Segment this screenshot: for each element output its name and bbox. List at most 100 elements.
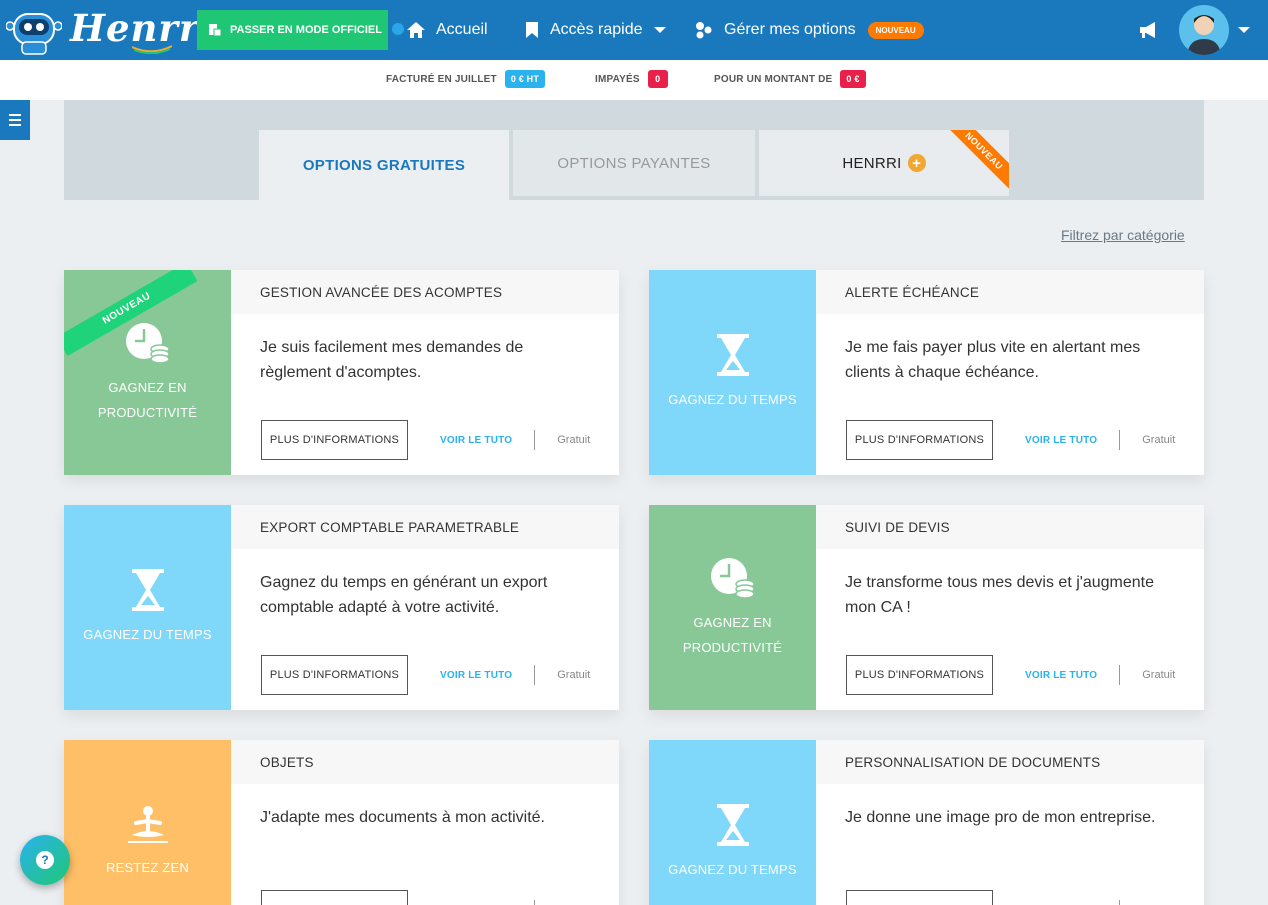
unpaid-value-badge: 0 [647,70,668,88]
hourglass-icon [716,334,749,376]
card-description: J'adapte mes documents à mon activité. [260,809,545,826]
info-icon[interactable] [392,23,404,35]
card-category-label: GAGNEZ DU TEMPS [83,627,212,642]
card-title: ALERTE ÉCHÉANCE [816,270,1204,314]
card-title: PERSONNALISATION DE DOCUMENTS [816,740,1204,784]
filter-by-category-link[interactable]: Filtrez par catégorie [1061,227,1185,243]
clock-coins-icon [125,322,170,364]
more-info-button[interactable]: PLUS D'INFORMATIONS [846,655,993,695]
invoiced-value-badge: 0 € HT [504,70,546,88]
tab-paid-options[interactable]: OPTIONS PAYANTES [513,130,755,196]
price-label: Gratuit [1142,434,1176,446]
price-label: Gratuit [557,669,591,681]
chevron-down-icon [653,27,666,33]
card-category-label: GAGNEZ DU TEMPS [668,392,797,407]
card-actions: PLUS D'INFORMATIONS VOIR LE TUTO Gratuit [846,420,1186,460]
user-silhouette-icon [1187,15,1221,55]
more-info-button[interactable]: PLUS D'INFORMATIONS [846,890,993,905]
view-tutorial-link[interactable]: VOIR LE TUTO [1025,435,1097,446]
clock-coins-icon [710,557,755,599]
sidebar-toggle-button[interactable] [0,100,30,140]
option-card: GAGNEZ EN PRODUCTIVITÉ NOUVEAU GESTION A… [64,270,619,475]
bookmark-icon [526,22,538,38]
invoiced-stat: FACTURÉ EN JUILLET 0 € HT [386,70,546,88]
more-info-button[interactable]: PLUS D'INFORMATIONS [261,655,408,695]
card-actions: PLUS D'INFORMATIONS VOIR LE TUTO Gratuit [846,655,1186,695]
divider [1119,900,1121,905]
tab-henrri-plus[interactable]: HENRRI + NOUVEAU [759,130,1009,196]
home-icon [407,22,425,38]
view-tutorial-link[interactable]: VOIR LE TUTO [440,435,512,446]
more-info-button[interactable]: PLUS D'INFORMATIONS [261,890,408,905]
divider [534,430,536,450]
card-title: SUIVI DE DEVIS [816,505,1204,549]
billing-summary-bar: FACTURÉ EN JUILLET 0 € HT IMPAYÉS 0 POUR… [0,60,1268,100]
chevron-down-icon[interactable] [1237,26,1251,34]
card-category-panel: RESTEZ ZEN [64,740,231,905]
switch-official-mode-button[interactable]: PASSER EN MODE OFFICIEL [197,10,388,50]
amount-value-badge: 0 € [840,70,866,88]
card-actions: PLUS D'INFORMATIONS VOIR LE TUTO Gratuit [846,890,1186,905]
unpaid-stat: IMPAYÉS 0 [595,70,668,88]
card-category-label: GAGNEZ EN PRODUCTIVITÉ [682,614,783,655]
robot-mascot-logo-icon[interactable] [6,4,62,56]
brand-swoosh-icon [132,45,172,54]
nav-home[interactable]: Accueil [406,0,488,60]
card-description: Je transforme tous mes devis et j'augmen… [845,574,1154,616]
card-actions: PLUS D'INFORMATIONS VOIR LE TUTO Gratuit [261,890,601,905]
card-title: EXPORT COMPTABLE PARAMETRABLE [231,505,619,549]
hamburger-icon [9,114,21,116]
view-tutorial-link[interactable]: VOIR LE TUTO [1025,670,1097,681]
card-description: Gagnez du temps en générant un export co… [260,574,548,616]
hourglass-icon [131,569,164,611]
plus-icon: + [907,154,926,172]
nav-quick-access[interactable]: Accès rapide [524,0,667,60]
more-info-button[interactable]: PLUS D'INFORMATIONS [846,420,993,460]
help-button[interactable]: ? [20,835,70,885]
amount-label: POUR UN MONTANT DE [714,73,833,85]
divider [534,900,536,905]
option-card: GAGNEZ DU TEMPS EXPORT COMPTABLE PARAMET… [64,505,619,710]
amount-stat: POUR UN MONTANT DE 0 € [714,70,866,88]
nav-quick-access-label: Accès rapide [550,21,643,38]
new-ribbon: NOUVEAU [945,130,1009,190]
megaphone-icon[interactable] [1138,20,1160,40]
card-category-label: RESTEZ ZEN [106,860,189,875]
option-card: GAGNEZ EN PRODUCTIVITÉ SUIVI DE DEVIS Je… [649,505,1204,710]
document-switch-icon [209,24,222,37]
option-card: GAGNEZ DU TEMPS PERSONNALISATION DE DOCU… [649,740,1204,905]
card-actions: PLUS D'INFORMATIONS VOIR LE TUTO Gratuit [261,655,601,695]
options-tabs: OPTIONS GRATUITES OPTIONS PAYANTES HENRR… [64,100,1204,200]
top-navigation-bar: Henrri PASSER EN MODE OFFICIEL Accueil A… [0,0,1268,60]
view-tutorial-link[interactable]: VOIR LE TUTO [440,670,512,681]
divider [1119,665,1121,685]
card-actions: PLUS D'INFORMATIONS VOIR LE TUTO Gratuit [261,420,601,460]
invoiced-label: FACTURÉ EN JUILLET [386,73,497,85]
card-description: Je donne une image pro de mon entreprise… [845,809,1156,826]
card-category-label: GAGNEZ DU TEMPS [668,862,797,877]
nav-manage-options[interactable]: Gérer mes options NOUVEAU [694,0,924,60]
price-label: Gratuit [557,434,591,446]
card-category-panel: GAGNEZ EN PRODUCTIVITÉ [649,505,816,710]
option-card: GAGNEZ DU TEMPS ALERTE ÉCHÉANCE Je me fa… [649,270,1204,475]
unpaid-label: IMPAYÉS [595,73,640,85]
options-bubbles-icon [696,22,712,39]
card-category-label: GAGNEZ EN PRODUCTIVITÉ [97,379,198,420]
option-card: RESTEZ ZEN OBJETS J'adapte mes documents… [64,740,619,905]
divider [1119,430,1121,450]
divider [534,665,536,685]
user-avatar[interactable] [1179,5,1229,55]
price-label: Gratuit [1142,669,1176,681]
more-info-button[interactable]: PLUS D'INFORMATIONS [261,420,408,460]
card-category-panel: GAGNEZ DU TEMPS [649,270,816,475]
tab-henrri-plus-label: HENRRI [842,154,902,172]
hourglass-icon [716,804,749,846]
card-title: GESTION AVANCÉE DES ACOMPTES [231,270,619,314]
card-description: Je me fais payer plus vite en alertant m… [845,339,1141,381]
card-category-panel: GAGNEZ DU TEMPS [649,740,816,905]
new-badge: NOUVEAU [867,21,924,39]
nav-home-label: Accueil [436,21,488,38]
card-title: OBJETS [231,740,619,784]
switch-official-mode-label: PASSER EN MODE OFFICIEL [230,24,382,36]
tab-free-options[interactable]: OPTIONS GRATUITES [259,130,509,200]
